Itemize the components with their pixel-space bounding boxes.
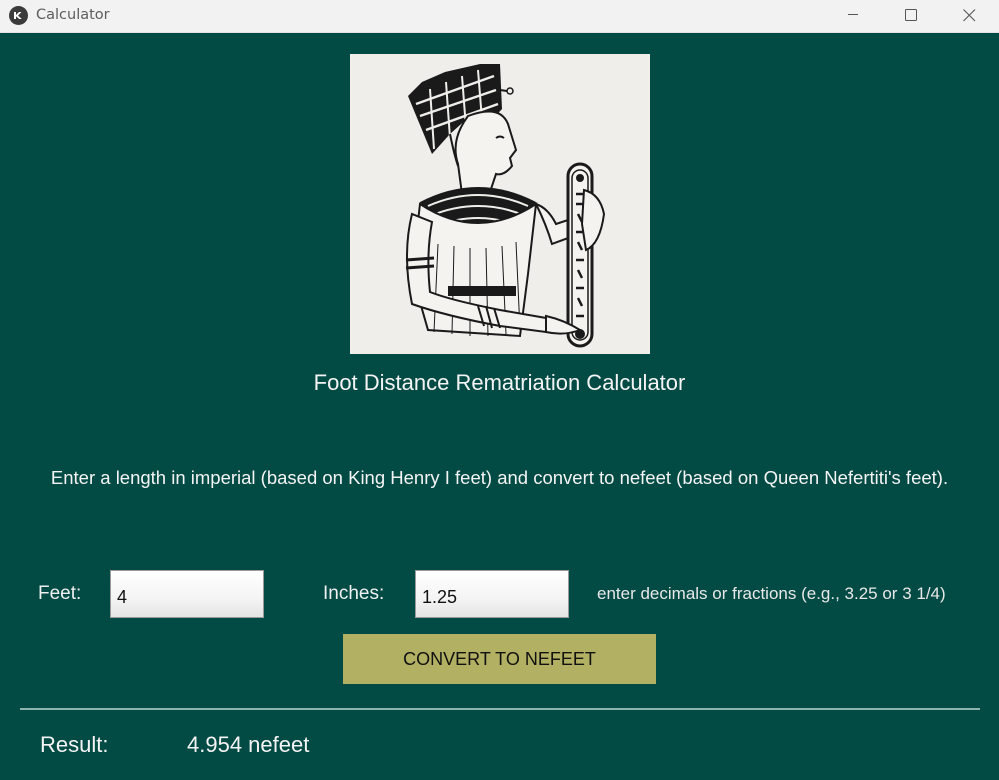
description-text: Enter a length in imperial (based on Kin… xyxy=(50,467,949,488)
kivy-logo-icon xyxy=(9,6,28,25)
minimize-icon xyxy=(848,14,858,15)
inches-label: Inches: xyxy=(323,583,385,604)
feet-label: Feet: xyxy=(38,583,82,604)
app-title: Foot Distance Rematriation Calculator xyxy=(313,370,686,395)
maximize-icon xyxy=(905,9,917,21)
convert-button[interactable]: CONVERT TO NEFEET xyxy=(343,634,656,684)
divider xyxy=(20,708,980,710)
title-bar[interactable]: Calculator xyxy=(0,0,999,33)
result-label: Result: xyxy=(40,732,109,757)
nefertiti-illustration xyxy=(350,54,650,354)
close-icon xyxy=(963,9,976,22)
calculator-window: Calculator Foot Distance Rematriation Ca… xyxy=(0,0,999,780)
minimize-button[interactable] xyxy=(824,0,882,32)
window-title: Calculator xyxy=(36,7,110,23)
feet-input[interactable] xyxy=(110,570,264,618)
result-value: 4.954 nefeet xyxy=(187,732,310,757)
inches-input[interactable] xyxy=(415,570,569,618)
maximize-button[interactable] xyxy=(882,0,940,32)
input-hint: enter decimals or fractions (e.g., 3.25 … xyxy=(597,584,946,603)
close-button[interactable] xyxy=(940,0,998,32)
